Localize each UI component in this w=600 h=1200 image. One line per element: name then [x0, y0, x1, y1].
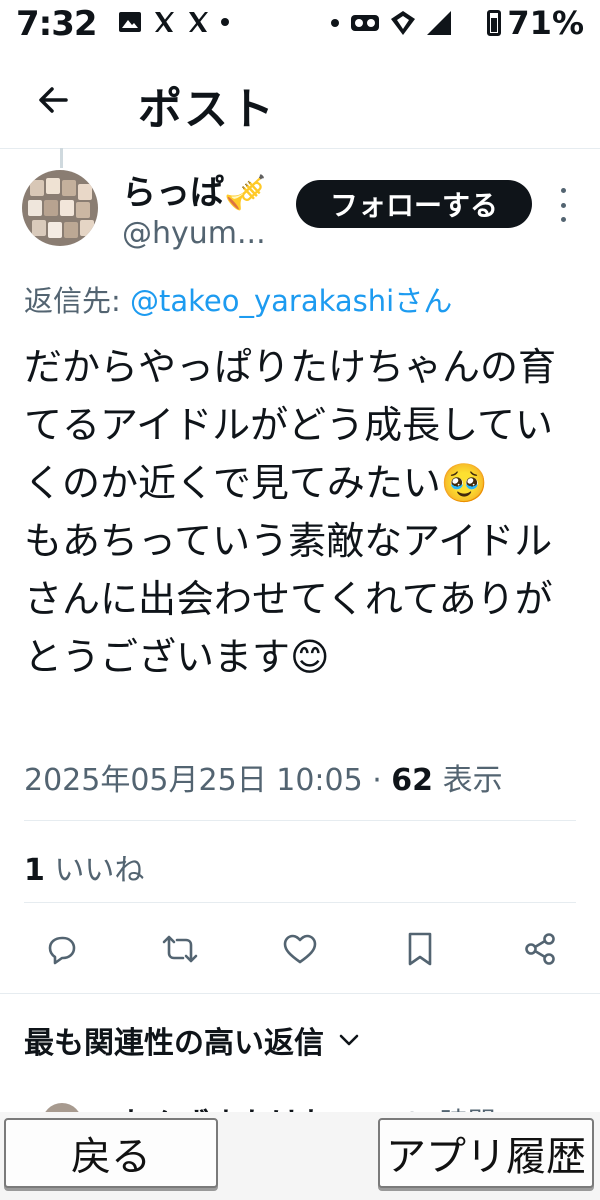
like-button[interactable] [280, 925, 320, 973]
thread-connector [60, 148, 63, 168]
post-text: だからやっぱりたけちゃんの育てるアイドルがどう成長していくのか近くで見てみたい🥹… [24, 345, 557, 679]
replies-sort-selector[interactable]: 最も関連性の高い返信 [24, 1018, 360, 1062]
reply-to-mention-link[interactable]: @takeo_yarakashiさん [130, 284, 452, 318]
like-icon [283, 934, 317, 964]
likes-summary[interactable]: 1 いいね [24, 845, 144, 889]
voicemail-icon [351, 15, 379, 31]
battery-icon [487, 10, 502, 36]
meta-separator: · [362, 763, 392, 798]
vpn-icon [391, 11, 415, 35]
more-options-icon[interactable] [556, 188, 570, 222]
bookmark-button[interactable] [400, 925, 440, 973]
page-title: ポスト [138, 84, 276, 135]
back-button[interactable] [30, 75, 80, 125]
chevron-down-icon [339, 1034, 359, 1046]
dot-icon [221, 18, 229, 26]
replies-sort-label: 最も関連性の高い返信 [24, 1026, 324, 1061]
likes-divider [24, 902, 576, 903]
nav-back-button[interactable]: 戻る [4, 1118, 218, 1188]
reply-to-prefix: 返信先: [24, 284, 130, 318]
actions-divider [0, 993, 600, 994]
system-icons [330, 10, 452, 36]
reply-to-line: 返信先: @takeo_yarakashiさん [24, 278, 452, 320]
meta-divider [24, 820, 576, 821]
signal-icon [427, 11, 451, 35]
arrow-left-icon [39, 87, 68, 113]
reply-icon [48, 936, 76, 965]
retweet-button[interactable] [160, 925, 200, 973]
display-name[interactable]: らっぱ🎺 [122, 165, 266, 214]
avatar[interactable] [22, 170, 98, 246]
dot-icon [331, 19, 339, 27]
share-button[interactable] [520, 925, 560, 973]
bookmark-icon [408, 932, 432, 966]
notification-icons [118, 10, 230, 34]
x-logo-icon [155, 12, 174, 32]
battery-percent: 71% [507, 4, 584, 42]
nav-recent-apps-button[interactable]: アプリ履歴 [378, 1118, 594, 1188]
views-label: 表示 [433, 763, 503, 798]
follow-button[interactable]: フォローする [296, 180, 532, 228]
share-icon [525, 933, 555, 965]
system-nav-bar: 戻る アプリ履歴 [0, 1112, 600, 1200]
reply-button[interactable] [42, 925, 82, 973]
post-meta: 2025年05月25日 10:05 · 62 表示 [24, 755, 503, 799]
post-timestamp[interactable]: 2025年05月25日 10:05 [24, 763, 363, 798]
status-time: 7:32 [16, 4, 98, 44]
views-count[interactable]: 62 [391, 763, 433, 798]
likes-label: いいね [44, 853, 145, 888]
battery-indicator: 71% [487, 4, 584, 42]
top-app-bar: ポスト [0, 55, 600, 145]
status-bar: 7:32 71% [0, 0, 600, 50]
action-bar [0, 925, 600, 975]
header-divider [0, 148, 600, 149]
likes-count: 1 [24, 853, 45, 888]
x-logo-icon [189, 12, 208, 32]
gallery-icon [119, 12, 141, 32]
retweet-icon [162, 935, 198, 963]
user-handle[interactable]: @hyum... [122, 216, 266, 251]
